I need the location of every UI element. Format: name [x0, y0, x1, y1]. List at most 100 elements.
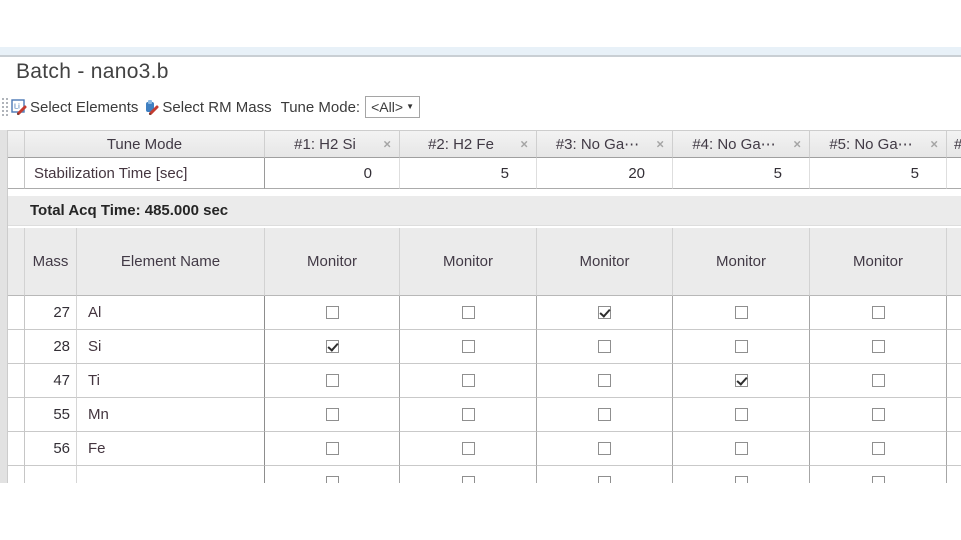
select-elements-button[interactable]: Li Select Elements: [11, 98, 138, 116]
table-row: 56 Fe: [8, 432, 961, 466]
monitor-checkbox[interactable]: [462, 442, 475, 455]
stabilization-time-cell[interactable]: 5: [810, 158, 947, 189]
mass-cell[interactable]: 27: [25, 296, 77, 330]
cell-clipped: [947, 364, 961, 398]
tune-mode-table: Tune Mode #1: H2 Si × #2: H2 Fe × #3: No…: [8, 130, 961, 189]
monitor-checkbox[interactable]: [326, 408, 339, 421]
tune-column-header[interactable]: #3: No Ga⋯ ×: [537, 130, 673, 158]
monitor-checkbox[interactable]: [872, 306, 885, 319]
close-icon[interactable]: ×: [520, 137, 528, 152]
close-icon[interactable]: ×: [656, 137, 664, 152]
row-selector[interactable]: [8, 466, 25, 483]
monitor-checkbox[interactable]: [598, 374, 611, 387]
element-name-cell[interactable]: Si: [77, 330, 265, 364]
monitor-checkbox[interactable]: [735, 442, 748, 455]
tune-mode-header: Tune Mode: [25, 130, 265, 158]
section-gap: [8, 189, 961, 196]
monitor-checkbox[interactable]: [326, 476, 339, 483]
element-name-column-header: Element Name: [77, 228, 265, 296]
tune-column-header[interactable]: #4: No Ga⋯ ×: [673, 130, 810, 158]
toolbar: Li Select Elements Select RM Mass Tune M…: [0, 94, 420, 120]
mass-cell[interactable]: 55: [25, 398, 77, 432]
monitor-checkbox[interactable]: [462, 374, 475, 387]
element-table-header: Mass Element Name Monitor Monitor Monito…: [8, 228, 961, 296]
stabilization-time-cell[interactable]: 5: [400, 158, 537, 189]
select-rm-mass-button[interactable]: Select RM Mass: [143, 98, 271, 116]
mass-cell[interactable]: [25, 466, 77, 483]
monitor-checkbox[interactable]: [598, 476, 611, 483]
tune-mode-selected-value: <All>: [371, 99, 403, 115]
row-selector[interactable]: [8, 432, 25, 466]
toolbar-drag-handle[interactable]: [1, 96, 8, 118]
monitor-column-header: Monitor: [810, 228, 947, 296]
element-name-cell[interactable]: [77, 466, 265, 483]
stabilization-time-cell[interactable]: 20: [537, 158, 673, 189]
row-selector[interactable]: [8, 364, 25, 398]
header-corner-cell: [8, 228, 25, 296]
stabilization-time-cell[interactable]: 5: [673, 158, 810, 189]
element-name-cell[interactable]: Mn: [77, 398, 265, 432]
total-acq-time-bar: Total Acq Time: 485.000 sec: [8, 196, 961, 226]
monitor-checkbox[interactable]: [735, 306, 748, 319]
monitor-column-header: Monitor: [265, 228, 400, 296]
table-row: 47 Ti: [8, 364, 961, 398]
cell-clipped: [947, 398, 961, 432]
monitor-checkbox[interactable]: [872, 476, 885, 483]
select-rm-mass-label: Select RM Mass: [162, 99, 271, 116]
monitor-checkbox[interactable]: [326, 340, 339, 353]
monitor-checkbox[interactable]: [462, 408, 475, 421]
row-selector[interactable]: [8, 158, 25, 189]
close-icon[interactable]: ×: [793, 137, 801, 152]
stabilization-time-cell[interactable]: 0: [265, 158, 400, 189]
mass-cell[interactable]: 56: [25, 432, 77, 466]
monitor-checkbox[interactable]: [462, 476, 475, 483]
monitor-checkbox[interactable]: [598, 408, 611, 421]
svg-text:Li: Li: [14, 102, 20, 111]
tune-column-label: #3: No Ga⋯: [556, 135, 639, 153]
corner-cell: [8, 130, 25, 158]
rm-mass-edit-icon: [143, 98, 161, 116]
monitor-checkbox[interactable]: [326, 442, 339, 455]
mass-cell[interactable]: 47: [25, 364, 77, 398]
table-row: 27 Al: [8, 296, 961, 330]
monitor-checkbox[interactable]: [872, 442, 885, 455]
monitor-column-header: Monitor: [400, 228, 537, 296]
monitor-checkbox[interactable]: [735, 476, 748, 483]
monitor-checkbox[interactable]: [598, 340, 611, 353]
table-row-clipped: [8, 466, 961, 483]
monitor-checkbox[interactable]: [326, 306, 339, 319]
chevron-down-icon: ▼: [406, 103, 414, 111]
tune-column-header-clipped: #: [947, 130, 961, 158]
monitor-checkbox[interactable]: [326, 374, 339, 387]
close-icon[interactable]: ×: [383, 137, 391, 152]
row-selector[interactable]: [8, 296, 25, 330]
monitor-checkbox[interactable]: [872, 340, 885, 353]
row-selector[interactable]: [8, 398, 25, 432]
monitor-checkbox[interactable]: [598, 442, 611, 455]
monitor-checkbox[interactable]: [735, 374, 748, 387]
row-selector[interactable]: [8, 330, 25, 364]
monitor-checkbox[interactable]: [598, 306, 611, 319]
element-name-cell[interactable]: Ti: [77, 364, 265, 398]
tune-column-header[interactable]: #5: No Ga⋯ ×: [810, 130, 947, 158]
close-icon[interactable]: ×: [930, 137, 938, 152]
tune-column-header[interactable]: #2: H2 Fe ×: [400, 130, 537, 158]
monitor-checkbox[interactable]: [462, 340, 475, 353]
tune-mode-select[interactable]: <All> ▼: [365, 96, 420, 118]
monitor-checkbox[interactable]: [872, 408, 885, 421]
cell-clipped: [947, 330, 961, 364]
mass-column-header: Mass: [25, 228, 77, 296]
element-name-cell[interactable]: Al: [77, 296, 265, 330]
cell-clipped: [947, 466, 961, 483]
table-row: 55 Mn: [8, 398, 961, 432]
monitor-checkbox[interactable]: [462, 306, 475, 319]
monitor-checkbox[interactable]: [735, 340, 748, 353]
tune-column-label: #2: H2 Fe: [428, 136, 494, 153]
tune-mode-filter-label: Tune Mode:: [281, 99, 361, 116]
mass-cell[interactable]: 28: [25, 330, 77, 364]
monitor-checkbox[interactable]: [872, 374, 885, 387]
monitor-checkbox[interactable]: [735, 408, 748, 421]
element-name-cell[interactable]: Fe: [77, 432, 265, 466]
tune-column-header[interactable]: #1: H2 Si ×: [265, 130, 400, 158]
periodic-table-edit-icon: Li: [11, 98, 29, 116]
